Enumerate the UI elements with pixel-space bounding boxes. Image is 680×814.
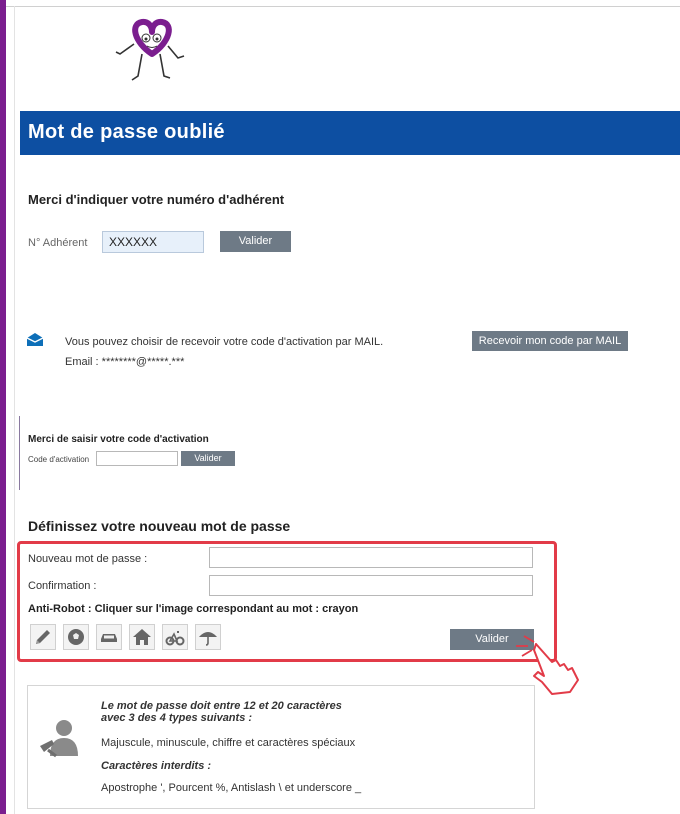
football-icon[interactable] xyxy=(63,624,89,650)
car-icon[interactable] xyxy=(96,624,122,650)
password-types-list: Majuscule, minuscule, chiffre et caractè… xyxy=(101,737,356,749)
user-tools-icon xyxy=(40,720,78,758)
member-submit-button[interactable]: Valider xyxy=(220,231,291,252)
mail-option-text: Vous pouvez choisir de recevoir votre co… xyxy=(65,336,384,348)
top-divider xyxy=(6,6,680,7)
bicycle-icon[interactable] xyxy=(162,624,188,650)
activation-code-label: Code d'activation xyxy=(28,455,90,464)
new-password-section-title: Définissez votre nouveau mot de passe xyxy=(28,518,291,534)
confirm-password-input[interactable] xyxy=(209,575,533,596)
umbrella-icon[interactable] xyxy=(195,624,221,650)
page-title: Mot de passe oublié xyxy=(28,121,225,143)
activation-code-input[interactable] xyxy=(96,451,178,466)
section-divider xyxy=(19,416,20,490)
member-number-label: N° Adhérent xyxy=(28,237,88,249)
activation-submit-button[interactable]: Valider xyxy=(181,451,235,466)
envelope-icon xyxy=(26,333,44,346)
password-rule-length: Le mot de passe doit entre 12 et 20 cara… xyxy=(101,700,342,712)
member-number-input[interactable] xyxy=(102,231,204,253)
new-password-input[interactable] xyxy=(209,547,533,568)
confirm-password-label: Confirmation : xyxy=(28,580,97,592)
heart-mascot-logo xyxy=(115,18,185,81)
send-code-by-mail-button[interactable]: Recevoir mon code par MAIL xyxy=(472,331,628,351)
left-accent-bar xyxy=(0,0,6,814)
antirobot-instruction: Anti-Robot : Cliquer sur l'image corresp… xyxy=(28,603,359,615)
forbidden-chars-title: Caractères interdits : xyxy=(101,760,212,772)
new-password-label: Nouveau mot de passe : xyxy=(28,553,148,565)
masked-email: Email : ********@*****.*** xyxy=(65,356,185,368)
member-section-title: Merci d'indiquer votre numéro d'adhérent xyxy=(28,192,285,207)
activation-section-title: Merci de saisir votre code d'activation xyxy=(28,434,209,445)
pencil-icon[interactable] xyxy=(30,624,56,650)
page-divider xyxy=(14,6,15,814)
forbidden-chars-list: Apostrophe ', Pourcent %, Antislash \ et… xyxy=(101,782,362,794)
house-icon[interactable] xyxy=(129,624,155,650)
password-rule-types: avec 3 des 4 types suivants : xyxy=(101,712,253,724)
